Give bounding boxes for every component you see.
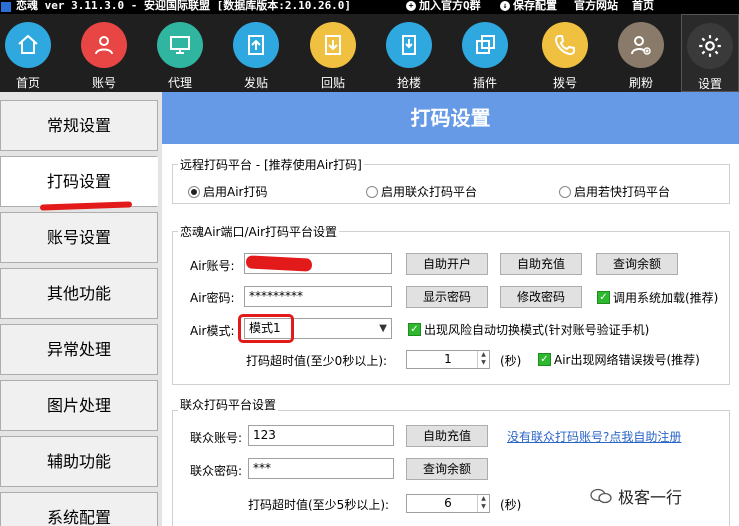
- checkmark-icon: ✓: [597, 291, 610, 304]
- toolbar-account-button[interactable]: 账号: [76, 14, 134, 92]
- watermark: 极客一行: [590, 484, 682, 508]
- lianzhong-account-label: 联众账号:: [190, 431, 243, 445]
- toolbar-home-button[interactable]: 首页: [0, 14, 58, 92]
- redial-on-error-checkbox[interactable]: ✓ Air出现网络错误拨号(推荐): [538, 351, 700, 368]
- air-password-label: Air密码:: [190, 291, 235, 305]
- toolbar-plugin-button[interactable]: 插件: [457, 14, 515, 92]
- annotation-box: [238, 314, 294, 343]
- download-icon: ↓: [500, 1, 510, 11]
- system-load-checkbox[interactable]: ✓ 调用系统加载(推荐): [597, 289, 718, 306]
- air-timeout-spinner[interactable]: 1 ▲ ▼: [406, 350, 490, 369]
- sidebar-item-system[interactable]: 系统配置: [0, 492, 158, 526]
- radio-dot: [559, 185, 571, 198]
- self-open-account-button[interactable]: 自助开户: [406, 253, 488, 275]
- sidebar-item-captcha[interactable]: 打码设置: [0, 156, 158, 207]
- home-link[interactable]: 首页: [632, 0, 654, 12]
- auto-switch-mode-checkbox[interactable]: ✓ 出现风险自动切换模式(针对账号验证手机): [408, 321, 649, 338]
- radio-dot-selected: [188, 185, 200, 198]
- plus-icon: +: [406, 1, 416, 11]
- radio-air[interactable]: 启用Air打码: [188, 183, 267, 200]
- air-password-input[interactable]: *********: [244, 286, 392, 307]
- official-site-link[interactable]: 官方网站: [574, 0, 618, 12]
- building-icon: [386, 22, 432, 68]
- save-config-link[interactable]: ↓ 保存配置: [500, 0, 557, 12]
- lianzhong-balance-button[interactable]: 查询余额: [406, 458, 488, 480]
- main-toolbar: 首页 账号 代理 发贴 回贴 抢楼 插件 拨号 刷粉 设置: [0, 14, 739, 92]
- lianzhong-recharge-button[interactable]: 自助充值: [406, 425, 488, 447]
- remote-platform-legend: 远程打码平台 - [推荐使用Air打码]: [178, 156, 364, 173]
- toolbar-post-button[interactable]: 发贴: [228, 14, 286, 92]
- chevron-down-icon: ▼: [379, 323, 387, 334]
- air-account-label: Air账号:: [190, 259, 235, 273]
- lianzhong-timeout-label: 打码超时值(至少5秒以上):: [248, 498, 390, 512]
- lianzhong-timeout-spinner[interactable]: 6 ▲ ▼: [406, 494, 490, 513]
- app-icon: [1, 2, 11, 12]
- toolbar-settings-button[interactable]: 设置: [681, 14, 739, 92]
- sidebar-item-account[interactable]: 账号设置: [0, 212, 158, 263]
- checkmark-icon: ✓: [538, 353, 551, 366]
- air-timeout-unit: (秒): [500, 354, 522, 368]
- air-settings-legend: 恋魂Air端口/Air打码平台设置: [178, 223, 339, 240]
- toolbar-fans-button[interactable]: 刷粉: [613, 14, 671, 92]
- toolbar-dial-button[interactable]: 拨号: [537, 14, 595, 92]
- sidebar-item-assist[interactable]: 辅助功能: [0, 436, 158, 487]
- change-password-button[interactable]: 修改密码: [500, 286, 582, 308]
- settings-sidebar: 常规设置 打码设置 账号设置 其他功能 异常处理 图片处理 辅助功能 系统配置: [0, 92, 162, 526]
- lianzhong-timeout-unit: (秒): [500, 498, 522, 512]
- air-mode-label: Air模式:: [190, 324, 235, 338]
- lianzhong-legend: 联众打码平台设置: [178, 396, 279, 413]
- toolbar-reply-button[interactable]: 回贴: [305, 14, 363, 92]
- download-icon: [310, 22, 356, 68]
- upload-icon: [233, 22, 279, 68]
- window-title: 恋魂 ver 3.11.3.0 - 安迎国际联盟 [数据库版本:2.10.26.…: [16, 0, 352, 12]
- user-icon: [81, 22, 127, 68]
- title-bar: 恋魂 ver 3.11.3.0 - 安迎国际联盟 [数据库版本:2.10.26.…: [0, 0, 739, 14]
- sidebar-item-exception[interactable]: 异常处理: [0, 324, 158, 375]
- sidebar-item-general[interactable]: 常规设置: [0, 100, 158, 151]
- spin-arrows-icon: ▲ ▼: [477, 351, 489, 368]
- checkmark-icon: ✓: [408, 323, 421, 336]
- air-balance-button[interactable]: 查询余额: [596, 253, 678, 275]
- air-timeout-label: 打码超时值(至少0秒以上):: [246, 354, 388, 368]
- show-password-button[interactable]: 显示密码: [406, 286, 488, 308]
- lianzhong-password-input[interactable]: ***: [248, 458, 394, 479]
- add-user-icon: [618, 22, 664, 68]
- spin-arrows-icon: ▲ ▼: [477, 495, 489, 512]
- air-recharge-button[interactable]: 自助充值: [500, 253, 582, 275]
- gear-icon: [687, 23, 733, 69]
- phone-icon: [542, 22, 588, 68]
- captcha-settings-panel: 打码设置 远程打码平台 - [推荐使用Air打码] 启用Air打码 启用联众打码…: [162, 92, 739, 526]
- monitor-icon: [157, 22, 203, 68]
- page-title: 打码设置: [162, 92, 739, 144]
- wechat-icon: [590, 488, 612, 504]
- plugin-icon: [462, 22, 508, 68]
- radio-ruokuai[interactable]: 启用若快打码平台: [559, 183, 670, 200]
- toolbar-grab-floor-button[interactable]: 抢楼: [381, 14, 439, 92]
- home-icon: [5, 22, 51, 68]
- toolbar-proxy-button[interactable]: 代理: [152, 14, 210, 92]
- lianzhong-password-label: 联众密码:: [190, 464, 243, 478]
- radio-lianzhong[interactable]: 启用联众打码平台: [366, 183, 477, 200]
- radio-dot: [366, 185, 378, 198]
- lianzhong-account-input[interactable]: 123: [248, 425, 394, 446]
- register-link[interactable]: 没有联众打码账号?点我自助注册: [507, 428, 681, 445]
- sidebar-item-other[interactable]: 其他功能: [0, 268, 158, 319]
- sidebar-item-image[interactable]: 图片处理: [0, 380, 158, 431]
- join-qq-group-link[interactable]: + 加入官方Q群: [406, 0, 481, 12]
